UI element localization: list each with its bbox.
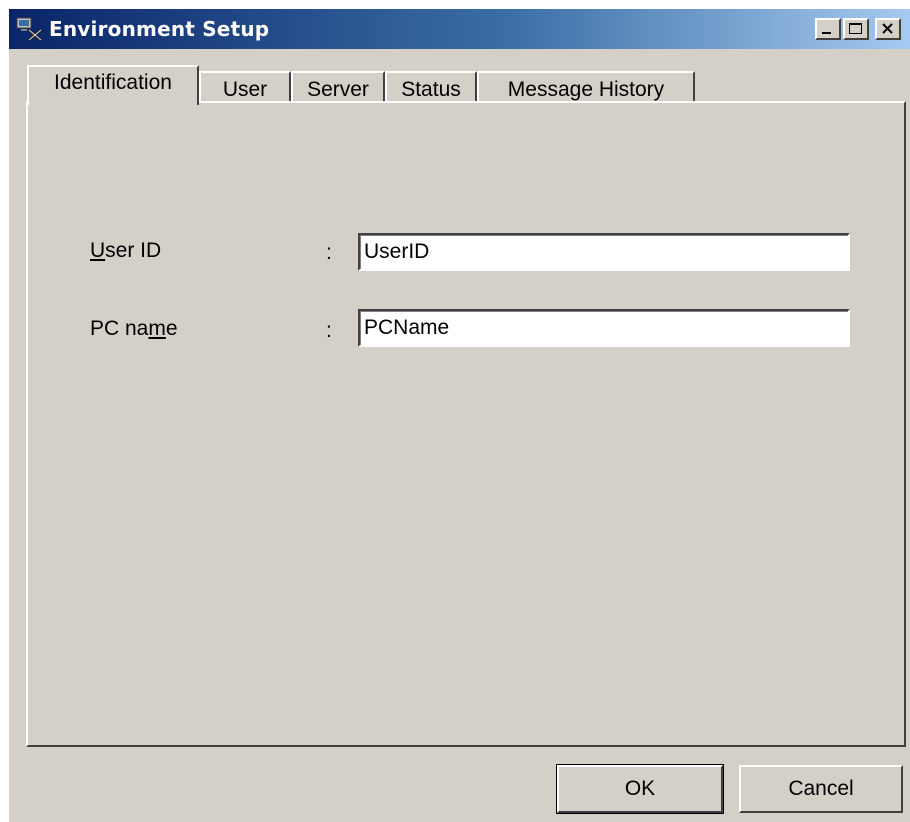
pc-name-label: PC name [90,317,178,340]
identification-panel: User ID : PC name : [26,101,906,747]
tab-identification[interactable]: Identification [27,65,199,105]
user-id-separator: : [326,241,332,264]
tab-user[interactable]: User [199,71,291,105]
environment-setup-icon [15,16,45,42]
ok-button[interactable]: OK [556,764,724,814]
tab-label: Identification [54,71,172,94]
maximize-icon[interactable] [843,18,869,40]
user-id-label: User ID [90,239,162,262]
tab-label: Status [401,78,461,101]
environment-setup-dialog: Environment Setup Identification User Se… [8,8,910,822]
minimize-icon[interactable] [815,18,841,40]
cancel-button[interactable]: Cancel [739,765,903,813]
tab-server[interactable]: Server [291,71,385,105]
pc-name-separator: : [326,319,332,342]
user-id-field[interactable] [358,233,850,271]
title-bar[interactable]: Environment Setup [9,9,910,49]
tab-message-history[interactable]: Message History [477,71,695,105]
tab-label: Server [307,78,369,101]
pc-name-field[interactable] [358,309,850,347]
window-title: Environment Setup [49,17,270,41]
tab-status[interactable]: Status [385,71,477,105]
tab-label: Message History [507,78,665,101]
tab-label: User [222,78,268,101]
close-icon[interactable] [875,18,901,40]
